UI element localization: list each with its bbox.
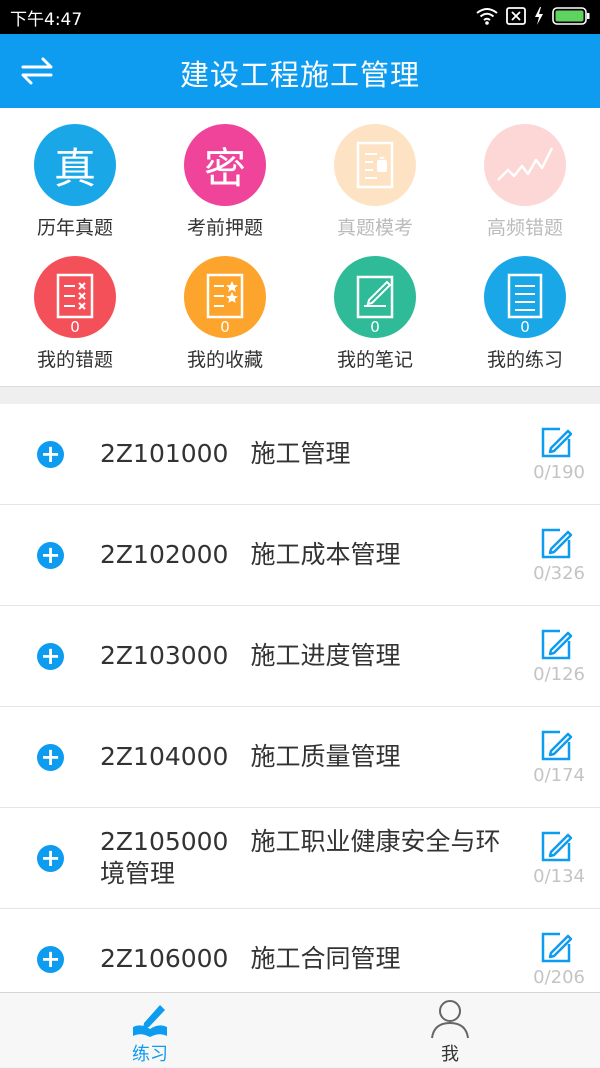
grid-item-past-exams[interactable]: 真 历年真题	[0, 124, 150, 254]
chapter-code: 2Z106000	[100, 944, 229, 973]
battery-icon	[552, 7, 590, 25]
person-icon	[431, 1000, 469, 1039]
chapter-name: 施工成本管理	[250, 540, 401, 569]
edit-icon[interactable]	[538, 424, 574, 460]
page-title: 建设工程施工管理	[179, 58, 420, 92]
edit-icon[interactable]	[538, 828, 574, 864]
chapter-code: 2Z103000	[100, 641, 229, 670]
chapter-progress: 0/206	[533, 967, 585, 988]
expand-plus-icon[interactable]: +	[37, 744, 64, 771]
past-exams-icon: 真	[34, 124, 116, 206]
chapter-name: 施工质量管理	[250, 742, 401, 771]
wifi-icon	[476, 8, 498, 25]
grid-item-my-wrong[interactable]: 0 我的错题	[0, 256, 150, 386]
grid-item-frequent-errors[interactable]: 高频错题	[450, 124, 600, 254]
status-icons	[476, 7, 590, 25]
grid-item-label: 我的错题	[36, 349, 113, 371]
grid-item-label: 我的笔记	[336, 349, 413, 371]
expand-plus-icon[interactable]: +	[37, 441, 64, 468]
chapter-progress: 0/134	[533, 866, 585, 887]
sim-disabled-icon	[506, 7, 526, 25]
section-divider	[0, 386, 600, 404]
grid-item-my-notes[interactable]: 0 我的笔记	[300, 256, 450, 386]
chapter-title: 2Z106000 施工合同管理	[100, 943, 520, 975]
tab-label: 练习	[132, 1044, 168, 1065]
edit-icon[interactable]	[538, 525, 574, 561]
chapter-title: 2Z103000 施工进度管理	[100, 640, 520, 672]
chapter-name: 施工进度管理	[250, 641, 401, 670]
chapter-title: 2Z101000 施工管理	[100, 438, 520, 470]
chapter-progress: 0/126	[533, 664, 585, 685]
trend-chart-icon	[484, 124, 566, 206]
charging-icon	[535, 7, 543, 25]
edit-icon[interactable]	[538, 626, 574, 662]
edit-icon[interactable]	[538, 929, 574, 965]
grid-item-my-practice[interactable]: 0 我的练习	[450, 256, 600, 386]
secret-icon: 密	[184, 124, 266, 206]
chapter-title: 2Z104000 施工质量管理	[100, 741, 520, 773]
count-badge: 0	[220, 318, 230, 336]
grid-item-label: 考前押题	[186, 217, 263, 239]
expand-plus-icon[interactable]: +	[37, 643, 64, 670]
grid-item-my-favorites[interactable]: 0 我的收藏	[150, 256, 300, 386]
android-doc-icon	[334, 124, 416, 206]
grid-item-label: 历年真题	[36, 217, 113, 239]
list-item[interactable]: + 2Z101000 施工管理 0/190	[0, 404, 600, 505]
tab-me[interactable]: 我	[300, 993, 600, 1068]
edit-icon[interactable]	[538, 727, 574, 763]
expand-plus-icon[interactable]: +	[37, 542, 64, 569]
star-list-icon: 0	[184, 256, 266, 338]
grid-item-label: 高频错题	[486, 217, 563, 239]
chapter-name: 施工管理	[250, 439, 351, 468]
grid-item-label: 真题模考	[336, 217, 413, 239]
note-pen-icon: 0	[334, 256, 416, 338]
count-badge: 0	[520, 318, 530, 336]
chapter-title: 2Z102000 施工成本管理	[100, 539, 520, 571]
chapter-code: 2Z105000	[100, 827, 229, 856]
tab-practice[interactable]: 练习	[0, 993, 300, 1068]
chapter-name: 施工合同管理	[250, 944, 401, 973]
grid-item-mock-exam[interactable]: 真题模考	[300, 124, 450, 254]
status-time: 下午4:47	[10, 10, 83, 30]
expand-plus-icon[interactable]: +	[37, 845, 64, 872]
list-item[interactable]: + 2Z106000 施工合同管理 0/206	[0, 909, 600, 992]
practice-book-icon: 0	[484, 256, 566, 338]
chapter-progress: 0/174	[533, 765, 585, 786]
app-header: 建设工程施工管理	[0, 34, 600, 108]
grid-item-pre-exam[interactable]: 密 考前押题	[150, 124, 300, 254]
feature-grid: 真 历年真题 密 考前押题 真题模考 高频错题 0 我的错题 0 我的收藏 0 …	[0, 108, 600, 386]
list-item[interactable]: + 2Z105000 施工职业健康安全与环境管理 0/134	[0, 808, 600, 909]
list-item[interactable]: + 2Z103000 施工进度管理 0/126	[0, 606, 600, 707]
chapter-list: + 2Z101000 施工管理 0/190 + 2Z102000 施工成本管理 0/…	[0, 404, 600, 992]
list-item[interactable]: + 2Z104000 施工质量管理 0/174	[0, 707, 600, 808]
wrong-list-icon: 0	[34, 256, 116, 338]
bottom-tab-bar: 练习 我	[0, 992, 600, 1067]
chapter-code: 2Z104000	[100, 742, 229, 771]
pencil-book-icon	[133, 1005, 167, 1037]
grid-item-label: 我的收藏	[186, 349, 263, 371]
grid-item-label: 我的练习	[486, 349, 563, 371]
chapter-code: 2Z102000	[100, 540, 229, 569]
chapter-title: 2Z105000 施工职业健康安全与环境管理	[100, 826, 520, 890]
chapter-code: 2Z101000	[100, 439, 229, 468]
list-item[interactable]: + 2Z102000 施工成本管理 0/326	[0, 505, 600, 606]
count-badge: 0	[370, 318, 380, 336]
expand-plus-icon[interactable]: +	[37, 946, 64, 973]
tab-label: 我	[441, 1044, 459, 1065]
chapter-progress: 0/326	[533, 563, 585, 584]
count-badge: 0	[70, 318, 80, 336]
chapter-progress: 0/190	[533, 462, 585, 483]
status-bar: 下午4:47	[0, 0, 600, 34]
